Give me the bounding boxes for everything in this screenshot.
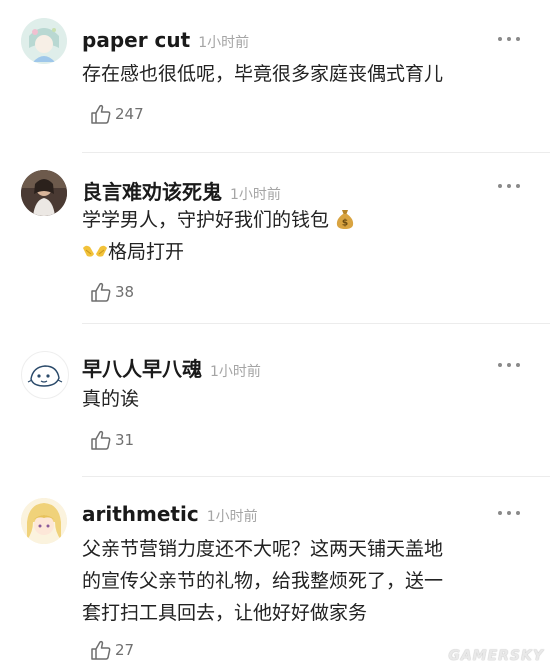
open-hands-emoji-icon (83, 245, 107, 257)
like-count: 31 (115, 431, 135, 449)
username[interactable]: arithmetic (82, 502, 199, 526)
username[interactable]: 早八人早八魂 (82, 353, 202, 382)
comment-text: 父亲节营销力度还不大呢？这两天铺天盖地 的宣传父亲节的礼物，给我整烦死了，送一 … (82, 533, 526, 629)
comment-line: 真的诶 (82, 388, 140, 410)
anime-girl-avatar-icon (21, 18, 67, 64)
avatar[interactable] (21, 498, 67, 544)
more-options-icon[interactable] (498, 362, 520, 368)
like-button[interactable]: 31 (90, 430, 134, 450)
timestamp: 1小时前 (206, 509, 258, 525)
comment-text: 存在感也很低呢，毕竟很多家庭丧偶式育儿 (82, 58, 526, 90)
comment-line: 存在感也很低呢，毕竟很多家庭丧偶式育儿 (82, 63, 444, 85)
comment-header: paper cut 1小时前 (82, 28, 249, 52)
comment-item: arithmetic 1小时前 父亲节营销力度还不大呢？这两天铺天盖地 的宣传父… (0, 476, 550, 668)
blonde-anime-avatar-icon (21, 498, 67, 544)
thumbs-up-icon (91, 430, 111, 450)
comment-text: 真的诶 (82, 383, 526, 415)
comment-line: 父亲节营销力度还不大呢？这两天铺天盖地 (82, 538, 444, 560)
comment-text: 学学男人，守护好我们的钱包 $ 格局打开 (82, 204, 526, 268)
thumbs-up-icon (91, 282, 111, 302)
comment-item: 早八人早八魂 1小时前 真的诶 31 (0, 323, 550, 475)
money-bag-emoji-icon: $ (336, 210, 354, 229)
more-options-icon[interactable] (498, 510, 520, 516)
avatar[interactable] (21, 170, 67, 216)
like-button[interactable]: 38 (90, 282, 134, 302)
comment-line: 的宣传父亲节的礼物，给我整烦死了，送一 (82, 570, 444, 592)
photo-avatar-icon (21, 170, 67, 216)
username[interactable]: 良言难劝该死鬼 (82, 176, 222, 205)
sketch-avatar-icon (23, 353, 67, 397)
like-count: 38 (115, 283, 135, 301)
comment-header: arithmetic 1小时前 (82, 502, 258, 526)
watermark-logo: GAMERSKY (448, 648, 544, 664)
comment-line-text: 学学男人，守护好我们的钱包 (82, 209, 330, 231)
timestamp: 1小时前 (198, 35, 250, 51)
avatar[interactable] (21, 351, 69, 399)
comment-line: 格局打开 (82, 236, 526, 268)
thumbs-up-icon (91, 640, 111, 660)
comment-line-text: 格局打开 (108, 241, 185, 263)
like-count: 247 (115, 105, 144, 123)
like-button[interactable]: 247 (90, 104, 144, 124)
timestamp: 1小时前 (230, 187, 281, 203)
like-button[interactable]: 27 (90, 640, 134, 660)
comment-header: 良言难劝该死鬼 1小时前 (82, 176, 281, 205)
more-options-icon[interactable] (498, 36, 520, 42)
comment-item: 良言难劝该死鬼 1小时前 学学男人，守护好我们的钱包 $ 格局打开 38 (0, 152, 550, 322)
svg-text:$: $ (342, 219, 348, 229)
comment-item: paper cut 1小时前 存在感也很低呢，毕竟很多家庭丧偶式育儿 247 (0, 0, 550, 150)
comment-line: 套打扫工具回去，让他好好做家务 (82, 602, 368, 624)
avatar[interactable] (21, 18, 67, 64)
timestamp: 1小时前 (210, 364, 261, 380)
thumbs-up-icon (91, 104, 111, 124)
comment-line: 学学男人，守护好我们的钱包 $ (82, 204, 526, 236)
comment-header: 早八人早八魂 1小时前 (82, 353, 261, 382)
like-count: 27 (115, 641, 135, 659)
more-options-icon[interactable] (498, 183, 520, 189)
username[interactable]: paper cut (82, 28, 190, 52)
